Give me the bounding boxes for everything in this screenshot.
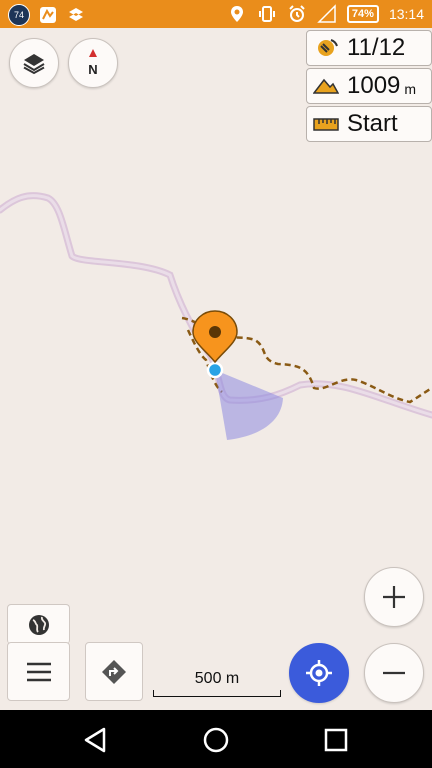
ruler-value: Start (347, 110, 398, 137)
my-location-button[interactable] (289, 643, 349, 703)
clock: 13:14 (388, 6, 424, 22)
minus-icon (383, 671, 405, 675)
scale-line (153, 696, 281, 697)
status-bar: 74 74% 13:14 (0, 0, 432, 28)
notification-badge-icon: 74 (8, 4, 30, 26)
layers-button[interactable] (9, 38, 59, 88)
location-icon (230, 6, 243, 22)
plus-icon (383, 586, 405, 608)
current-location-dot (206, 361, 224, 379)
zoom-in-button[interactable] (364, 567, 424, 627)
battery-percent: 74% (351, 8, 374, 20)
mountain-icon (313, 78, 339, 94)
globe-icon (28, 614, 49, 635)
directions-button[interactable] (85, 642, 143, 701)
directions-icon (102, 659, 126, 684)
compass-button[interactable]: N (68, 38, 118, 88)
ruler-widget[interactable]: Start (306, 106, 432, 142)
vibrate-icon (258, 6, 275, 22)
layers-icon (23, 54, 45, 75)
altitude-widget[interactable]: 1009 m (306, 68, 432, 104)
globe-button[interactable] (7, 604, 70, 644)
notification-badge-count: 74 (13, 10, 24, 20)
recents-icon[interactable] (322, 726, 350, 754)
scale-bar: 500 m (153, 670, 281, 700)
altitude-value: 1009 (347, 72, 401, 99)
back-icon[interactable] (82, 726, 110, 754)
battery-icon: 74% (346, 5, 379, 23)
alarm-icon (289, 5, 305, 22)
zoom-out-button[interactable] (364, 643, 424, 703)
dropbox-icon (69, 8, 83, 21)
ruler-icon (313, 118, 339, 131)
satellite-icon (318, 39, 338, 56)
altitude-unit: m (404, 81, 417, 97)
my-location-icon (306, 660, 332, 686)
signal-icon (317, 4, 336, 23)
gps-widget[interactable]: 11/12 (306, 30, 432, 66)
navigation-bar (0, 710, 432, 768)
compass-north-icon: N (88, 49, 98, 77)
menu-button[interactable] (7, 642, 70, 701)
scale-tick-right (280, 690, 281, 697)
compass-label: N (88, 62, 97, 77)
map-app-icon (40, 7, 56, 23)
gps-value: 11/12 (347, 34, 406, 61)
hamburger-menu-icon (26, 662, 51, 681)
scale-label: 500 m (194, 670, 240, 687)
scale-tick-left (153, 690, 154, 697)
home-icon[interactable] (202, 726, 230, 754)
